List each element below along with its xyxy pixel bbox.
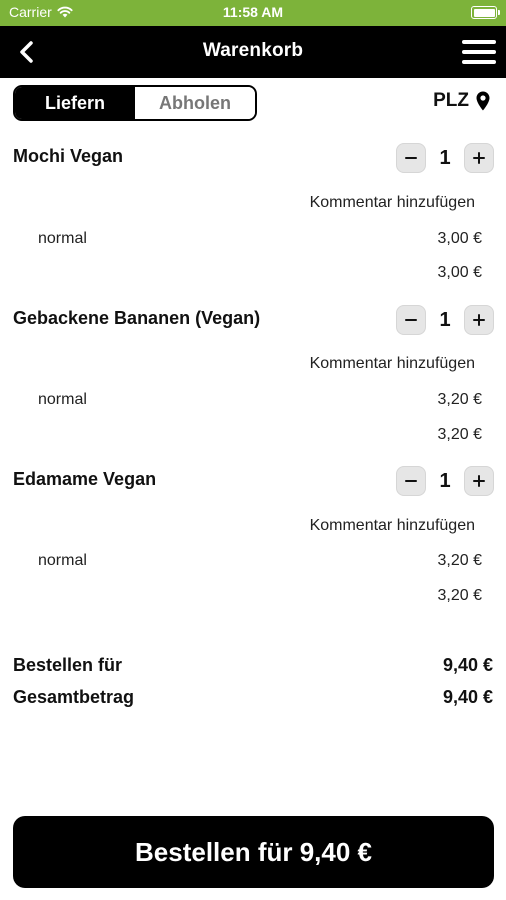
delivery-mode-toggle: Liefern Abholen — [13, 85, 257, 121]
variant-price: 3,20 € — [437, 391, 482, 408]
item-variant: normal — [38, 552, 87, 569]
add-comment-link[interactable]: Kommentar hinzufügen — [310, 355, 475, 373]
hamburger-menu-icon[interactable] — [462, 39, 496, 65]
nav-bar: Warenkorb — [0, 26, 506, 78]
increase-quantity-button[interactable] — [464, 305, 494, 335]
status-time: 11:58 AM — [222, 4, 284, 20]
item-variant: normal — [38, 391, 87, 408]
page-title: Warenkorb — [202, 40, 304, 61]
cart-item-name: Edamame Vegan — [13, 469, 157, 489]
location-pin-icon — [476, 91, 490, 111]
item-variant: normal — [38, 230, 87, 247]
battery-icon — [471, 6, 500, 19]
minus-icon — [405, 157, 417, 159]
order-for-value: 9,40 € — [442, 655, 493, 675]
decrease-quantity-button[interactable] — [396, 305, 426, 335]
item-total: 3,00 € — [437, 264, 482, 281]
plz-selector[interactable]: PLZ — [433, 90, 490, 112]
increase-quantity-button[interactable] — [464, 143, 494, 173]
quantity-value: 1 — [439, 146, 451, 169]
place-order-button[interactable]: Bestellen für 9,40 € — [13, 816, 494, 888]
item-total: 3,20 € — [437, 587, 482, 604]
minus-icon — [405, 480, 417, 482]
variant-price: 3,20 € — [437, 552, 482, 569]
quantity-stepper: 1 — [396, 305, 494, 335]
plus-icon — [473, 475, 485, 487]
quantity-stepper: 1 — [396, 143, 494, 173]
increase-quantity-button[interactable] — [464, 466, 494, 496]
status-bar: Carrier 11:58 AM — [0, 0, 506, 26]
quantity-value: 1 — [439, 469, 451, 492]
total-value: 9,40 € — [442, 687, 493, 707]
add-comment-link[interactable]: Kommentar hinzufügen — [310, 517, 475, 535]
add-comment-link[interactable]: Kommentar hinzufügen — [310, 194, 475, 212]
order-for-label: Bestellen für — [13, 655, 123, 675]
total-label: Gesamtbetrag — [13, 687, 135, 707]
variant-price: 3,00 € — [437, 230, 482, 247]
tab-liefern[interactable]: Liefern — [15, 87, 135, 119]
plus-icon — [473, 152, 485, 164]
cart-item-name: Gebackene Bananen (Vegan) — [13, 308, 261, 328]
quantity-value: 1 — [439, 308, 451, 331]
cart-item-name: Mochi Vegan — [13, 146, 124, 166]
decrease-quantity-button[interactable] — [396, 143, 426, 173]
plz-label: PLZ — [433, 90, 469, 111]
item-total: 3,20 € — [437, 426, 482, 443]
minus-icon — [405, 319, 417, 321]
tab-abholen[interactable]: Abholen — [135, 87, 255, 119]
quantity-stepper: 1 — [396, 466, 494, 496]
plus-icon — [473, 314, 485, 326]
decrease-quantity-button[interactable] — [396, 466, 426, 496]
